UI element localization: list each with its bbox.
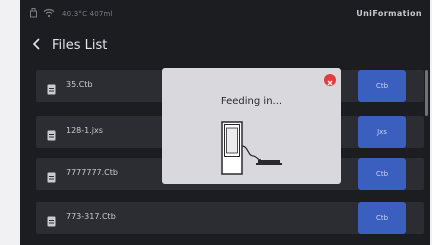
page-title: Files List	[52, 38, 108, 53]
feeding-dialog: Feeding in...	[162, 68, 341, 184]
file-type-button[interactable]: Ctb	[358, 158, 406, 190]
back-arrow-icon[interactable]	[30, 36, 44, 50]
file-name: 773-317.Ctb	[66, 212, 116, 221]
close-icon[interactable]	[324, 74, 336, 86]
file-icon	[47, 126, 56, 145]
wifi-icon	[43, 8, 55, 20]
usb-icon	[29, 8, 38, 20]
dialog-message: Feeding in...	[220, 96, 283, 107]
file-row[interactable]: 773-317.Ctb Ctb	[36, 202, 424, 234]
file-name: 7777777.Ctb	[66, 168, 118, 177]
printer-screen: 40.3°C 407ml UniFormation Files List 35.…	[20, 0, 430, 245]
file-name: 128-1.jxs	[66, 126, 103, 135]
file-icon	[47, 80, 56, 99]
status-bar: 40.3°C 407ml UniFormation	[20, 0, 430, 28]
file-icon	[47, 212, 56, 231]
file-icon	[47, 168, 56, 187]
file-name: 35.Ctb	[66, 80, 93, 89]
brand-logo: UniFormation	[356, 9, 422, 18]
file-type-button[interactable]: Jxs	[358, 116, 406, 148]
scrollbar[interactable]	[425, 70, 428, 116]
feeding-illustration-icon	[212, 118, 282, 180]
status-readout: 40.3°C 407ml	[62, 10, 113, 18]
file-type-button[interactable]: Ctb	[358, 202, 406, 234]
file-type-button[interactable]: Ctb	[358, 70, 406, 102]
